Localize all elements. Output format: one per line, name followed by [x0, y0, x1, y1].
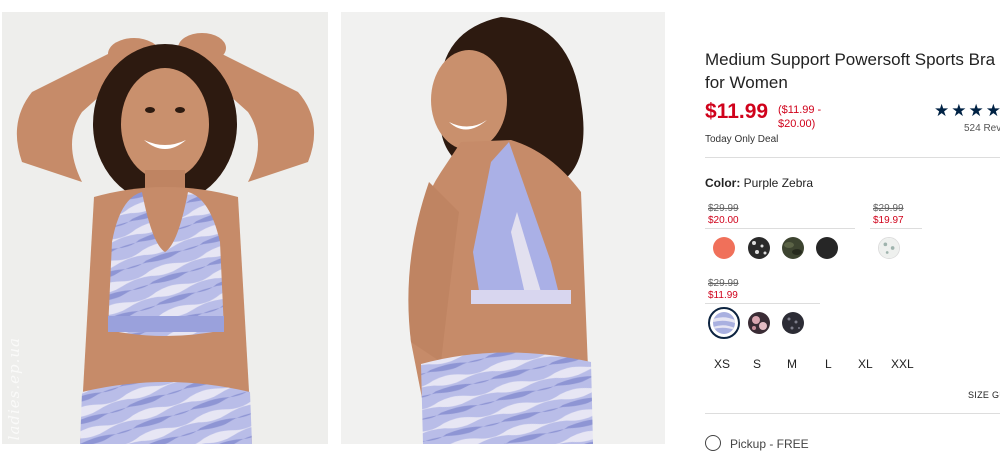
price-group-divider	[870, 228, 922, 229]
model-back-illustration	[341, 12, 665, 444]
color-swatch-coral[interactable]	[713, 237, 735, 259]
color-swatch-pink-floral[interactable]	[748, 312, 770, 334]
size-option-xl[interactable]: XL	[858, 357, 873, 371]
star-rating-icon: ★★★★	[934, 101, 1000, 120]
color-swatch-purple-zebra[interactable]	[713, 312, 735, 334]
color-swatch-olive-camo[interactable]	[782, 237, 804, 259]
original-price: $29.99	[873, 203, 904, 214]
review-count-link[interactable]: 524 Rev	[964, 123, 1000, 134]
color-label: Color: Purple Zebra	[705, 176, 813, 190]
size-option-s[interactable]: S	[753, 357, 761, 371]
size-option-xs[interactable]: XS	[714, 357, 730, 371]
size-option-l[interactable]: L	[825, 357, 832, 371]
product-title: Medium Support Powersoft Sports Bra for …	[705, 50, 996, 92]
original-price: $29.99	[708, 203, 739, 214]
size-option-xxl[interactable]: XXL	[891, 357, 914, 371]
discounted-price: $19.97	[873, 215, 904, 226]
price-range: ($11.99 - $20.00)	[778, 104, 822, 130]
deal-note: Today Only Deal	[705, 134, 779, 145]
pickup-label: Pickup - FREE	[730, 437, 809, 451]
size-guide-link[interactable]: SIZE GU	[968, 390, 1000, 400]
color-swatch-black-white-print[interactable]	[748, 237, 770, 259]
price-group-divider	[705, 303, 820, 304]
color-swatch-white-print[interactable]	[878, 237, 900, 259]
color-label-prefix: Color:	[705, 176, 741, 190]
watermark-text: ladies.ep.ua	[5, 337, 23, 441]
price-group-2: $29.99 $19.97	[873, 203, 904, 227]
product-image-front[interactable]: ladies.ep.ua	[2, 12, 328, 444]
sale-price: $11.99	[705, 100, 769, 123]
price-group-3: $29.99 $11.99	[708, 278, 739, 302]
divider	[705, 157, 1000, 158]
divider	[705, 413, 1000, 414]
product-image-back[interactable]	[341, 12, 665, 444]
price-group-divider	[705, 228, 855, 229]
discounted-price: $11.99	[708, 290, 738, 301]
price-group-1: $29.99 $20.00	[708, 203, 739, 227]
size-option-m[interactable]: M	[787, 357, 797, 371]
product-page: ladies.ep.ua Medium Support Powersoft Sp…	[0, 0, 1000, 452]
model-front-illustration	[2, 12, 328, 444]
original-price: $29.99	[708, 278, 739, 289]
discounted-price: $20.00	[708, 215, 739, 226]
rating-widget[interactable]: ★★★★ 524 Rev	[934, 101, 1000, 134]
selected-color-name: Purple Zebra	[743, 176, 814, 190]
size-selector: XS S M L XL XXL	[705, 357, 995, 373]
color-swatch-black[interactable]	[816, 237, 838, 259]
color-swatch-dark-print[interactable]	[782, 312, 804, 334]
pickup-radio[interactable]	[705, 435, 721, 451]
product-info-panel: Medium Support Powersoft Sports Bra for …	[705, 0, 1000, 452]
